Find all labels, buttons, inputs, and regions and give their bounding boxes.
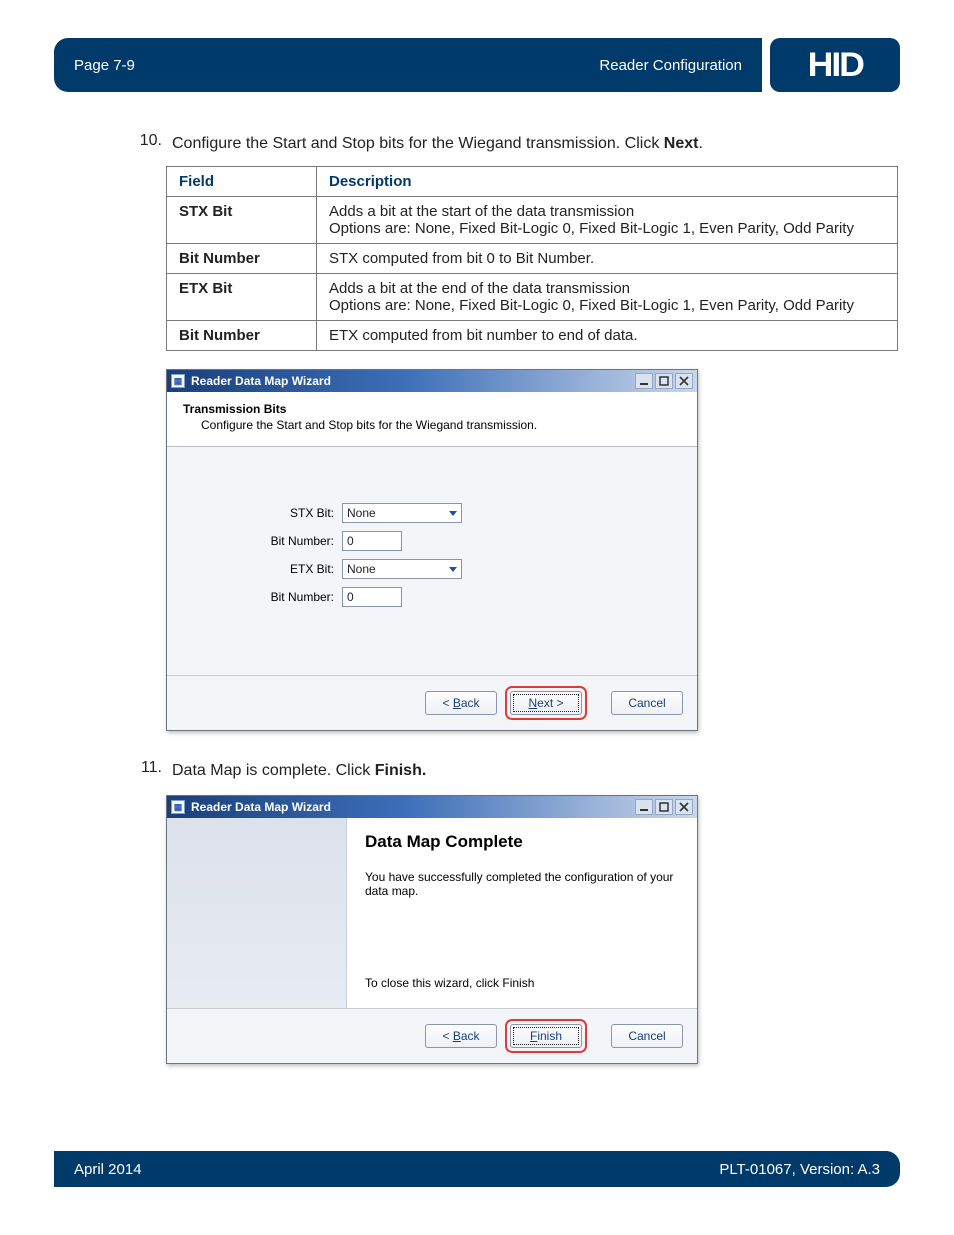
cell-field: STX Bit — [167, 197, 317, 244]
back-button[interactable]: < Back — [425, 691, 497, 715]
row-bit-number-1: Bit Number: 0 — [187, 531, 677, 551]
wizard-data-map-complete: ▦ Reader Data Map Wizard Data Map Comple… — [166, 795, 698, 1064]
step-text-bold: Next — [664, 135, 699, 152]
combo-etx-bit[interactable]: None — [342, 559, 462, 579]
step-text-part: . — [698, 135, 702, 152]
step-text-bold: Finish. — [375, 762, 427, 779]
hid-logo: HID — [770, 38, 900, 92]
highlight-ring: Finish — [505, 1019, 587, 1053]
bottom-banner: April 2014 PLT-01067, Version: A.3 — [54, 1151, 900, 1187]
combo-stx-bit[interactable]: None — [342, 503, 462, 523]
th-description: Description — [317, 167, 898, 197]
wizard-titlebar[interactable]: ▦ Reader Data Map Wizard — [167, 796, 697, 818]
wizard-main: Data Map Complete You have successfully … — [347, 818, 697, 1008]
footer-date: April 2014 — [74, 1161, 142, 1178]
table-row: ETX Bit Adds a bit at the end of the dat… — [167, 274, 898, 321]
step-text-part: Data Map is complete. Click — [172, 762, 375, 779]
cancel-button[interactable]: Cancel — [611, 691, 683, 715]
label-bit-number-2: Bit Number: — [187, 590, 342, 604]
back-button[interactable]: < Back — [425, 1024, 497, 1048]
step-11: 11. Data Map is complete. Click Finish. — [132, 759, 898, 783]
label-etx-bit: ETX Bit: — [187, 562, 342, 576]
logo-wrap: HID — [762, 38, 900, 92]
document-body: 10. Configure the Start and Stop bits fo… — [132, 132, 898, 1092]
label-stx-bit: STX Bit: — [187, 506, 342, 520]
wizard-footer: < Back Next > Cancel — [167, 675, 697, 730]
complete-heading: Data Map Complete — [365, 832, 679, 852]
table-row: Bit Number STX computed from bit 0 to Bi… — [167, 244, 898, 274]
maximize-icon[interactable] — [655, 373, 673, 389]
table-row: STX Bit Adds a bit at the start of the d… — [167, 197, 898, 244]
nav-button-group: < Back Finish — [425, 1019, 587, 1053]
cell-desc: Adds a bit at the end of the data transm… — [317, 274, 898, 321]
wizard-title: Reader Data Map Wizard — [191, 800, 331, 814]
cell-desc: Adds a bit at the start of the data tran… — [317, 197, 898, 244]
footer-doc-id: PLT-01067, Version: A.3 — [719, 1161, 880, 1178]
row-etx-bit: ETX Bit: None — [187, 559, 677, 579]
input-value: 0 — [347, 534, 354, 548]
input-bit-number-1[interactable]: 0 — [342, 531, 402, 551]
cell-field: ETX Bit — [167, 274, 317, 321]
step-text: Data Map is complete. Click Finish. — [172, 759, 898, 783]
wizard-header: Transmission Bits Configure the Start an… — [167, 392, 697, 447]
complete-line-2: To close this wizard, click Finish — [365, 976, 679, 994]
step-number: 11. — [132, 759, 162, 783]
minimize-icon[interactable] — [635, 373, 653, 389]
top-banner: Page 7-9 Reader Configuration HID — [54, 38, 900, 92]
close-icon[interactable] — [675, 373, 693, 389]
step-number: 10. — [132, 132, 162, 156]
step-text: Configure the Start and Stop bits for th… — [172, 132, 898, 156]
close-icon[interactable] — [675, 799, 693, 815]
input-value: 0 — [347, 590, 354, 604]
app-icon: ▦ — [171, 374, 185, 388]
page-number: Page 7-9 — [74, 57, 135, 74]
th-field: Field — [167, 167, 317, 197]
label-bit-number-1: Bit Number: — [187, 534, 342, 548]
table-row: Bit Number ETX computed from bit number … — [167, 321, 898, 351]
row-bit-number-2: Bit Number: 0 — [187, 587, 677, 607]
wizard-header-subtitle: Configure the Start and Stop bits for th… — [201, 418, 681, 432]
cell-field: Bit Number — [167, 321, 317, 351]
combo-value: None — [347, 562, 376, 576]
wizard-titlebar[interactable]: ▦ Reader Data Map Wizard — [167, 370, 697, 392]
section-title: Reader Configuration — [599, 57, 742, 74]
app-icon: ▦ — [171, 800, 185, 814]
cell-desc: STX computed from bit 0 to Bit Number. — [317, 244, 898, 274]
field-description-table: Field Description STX Bit Adds a bit at … — [166, 166, 898, 351]
cancel-button[interactable]: Cancel — [611, 1024, 683, 1048]
finish-button[interactable]: Finish — [510, 1024, 582, 1048]
highlight-ring: Next > — [505, 686, 587, 720]
wizard-transmission-bits: ▦ Reader Data Map Wizard Transmission Bi… — [166, 369, 698, 731]
wizard-body: STX Bit: None Bit Number: 0 ETX Bit: Non… — [167, 447, 697, 675]
wizard-body: Data Map Complete You have successfully … — [167, 818, 697, 1008]
next-button[interactable]: Next > — [510, 691, 582, 715]
row-stx-bit: STX Bit: None — [187, 503, 677, 523]
wizard-sidebar-image — [167, 818, 347, 1008]
step-10: 10. Configure the Start and Stop bits fo… — [132, 132, 898, 156]
nav-button-group: < Back Next > — [425, 686, 587, 720]
wizard-footer: < Back Finish Cancel — [167, 1008, 697, 1063]
page-pill: Page 7-9 Reader Configuration — [54, 38, 762, 92]
maximize-icon[interactable] — [655, 799, 673, 815]
cell-desc: ETX computed from bit number to end of d… — [317, 321, 898, 351]
complete-line-1: You have successfully completed the conf… — [365, 870, 679, 898]
input-bit-number-2[interactable]: 0 — [342, 587, 402, 607]
wizard-header-title: Transmission Bits — [183, 402, 681, 416]
combo-value: None — [347, 506, 376, 520]
wizard-title: Reader Data Map Wizard — [191, 374, 331, 388]
step-text-part: Configure the Start and Stop bits for th… — [172, 135, 664, 152]
minimize-icon[interactable] — [635, 799, 653, 815]
cell-field: Bit Number — [167, 244, 317, 274]
